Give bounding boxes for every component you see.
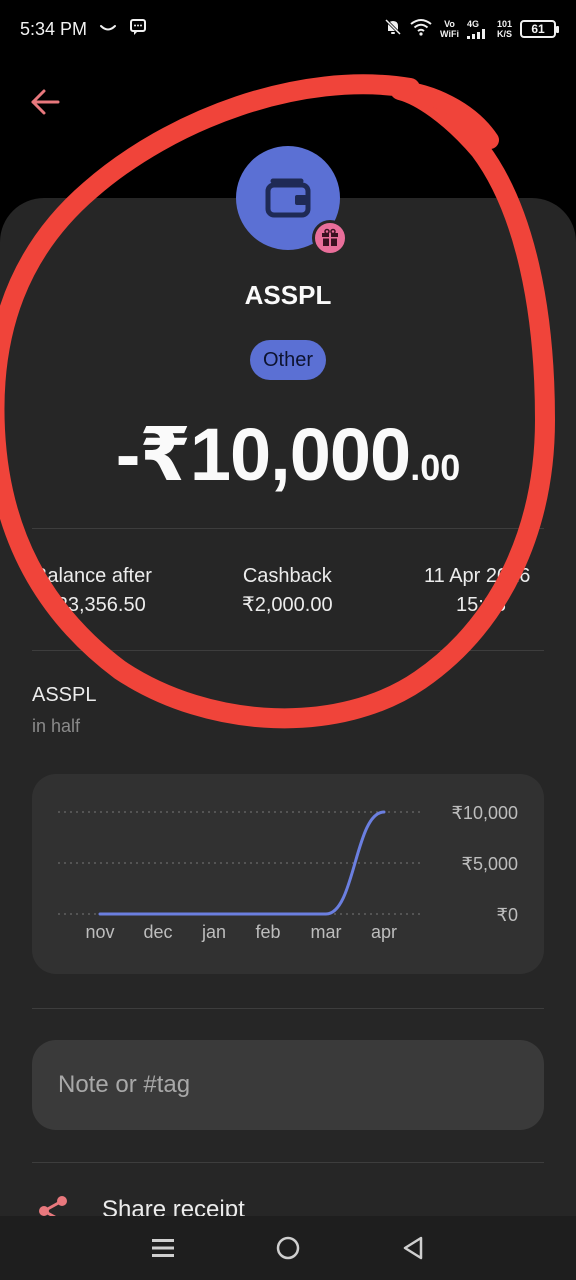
- status-right: Vo WiFi 4G 101 K/S 61: [384, 18, 559, 41]
- balance-after-info: Balance after ₹23,356.50: [34, 562, 152, 620]
- cashback-value: ₹2,000.00: [242, 594, 333, 616]
- cashback-label: Cashback: [242, 565, 332, 587]
- cellular-signal-icon: 4G: [466, 19, 489, 39]
- speed-value: 101: [496, 19, 512, 29]
- amount-decimal: .00: [410, 447, 461, 488]
- x-tick-label: jan: [201, 922, 226, 942]
- gift-icon: [322, 228, 338, 246]
- status-time: 5:34 PM: [20, 18, 88, 39]
- status-left: 5:34 PM: [20, 18, 147, 41]
- vo-text: Vo: [444, 19, 455, 29]
- y-tick-label: ₹0: [497, 905, 518, 925]
- cashback-gift-badge: [312, 220, 348, 256]
- category-chip[interactable]: Other: [250, 340, 326, 380]
- network-type: 4G: [466, 19, 479, 29]
- divider: [32, 1162, 544, 1163]
- notification-icon: [99, 19, 117, 40]
- y-tick-label: ₹10,000: [451, 803, 518, 823]
- cashback-info: Cashback ₹2,000.00: [242, 562, 333, 620]
- home-circle-icon: [276, 1236, 300, 1260]
- spending-line-chart: ₹10,000 ₹5,000 ₹0 nov dec jan feb mar apr: [58, 803, 519, 942]
- vowifi-indicator: Vo WiFi: [440, 19, 459, 39]
- home-button[interactable]: [268, 1228, 308, 1268]
- divider: [32, 650, 544, 651]
- back-triangle-icon: [404, 1236, 423, 1260]
- wifi-text: WiFi: [440, 29, 459, 39]
- transaction-detail-screen: 5:34 PM Vo WiFi 4G 101 K/S 61 ASSPL Othe…: [0, 0, 576, 1280]
- menu-lines-icon: [151, 1239, 174, 1257]
- amount-main: -₹10,000: [115, 413, 411, 496]
- balance-value: ₹23,356.50: [44, 594, 146, 616]
- x-tick-label: feb: [255, 922, 280, 942]
- speed-unit: K/S: [496, 29, 512, 39]
- x-tick-label: dec: [143, 922, 172, 942]
- insight-subtitle: in half: [32, 716, 81, 736]
- date-info: 11 Apr 2026 15:33: [424, 562, 530, 620]
- divider: [32, 1008, 544, 1009]
- battery-icon: 61: [520, 20, 559, 38]
- x-tick-label: nov: [85, 922, 114, 942]
- transaction-amount: -₹10,000.00: [0, 412, 576, 498]
- x-tick-label: mar: [311, 922, 342, 942]
- insight-title: ASSPL: [32, 684, 97, 706]
- note-tag-input[interactable]: [32, 1040, 544, 1130]
- spending-chart-card: ₹10,000 ₹5,000 ₹0 nov dec jan feb mar apr: [32, 774, 544, 974]
- arrow-left-icon: [31, 89, 60, 115]
- wallet-icon: [265, 178, 311, 218]
- balance-label: Balance after: [34, 565, 152, 587]
- battery-level: 61: [531, 22, 545, 36]
- wifi-icon: [410, 18, 432, 41]
- merchant-name: ASSPL: [244, 280, 332, 310]
- x-tick-label: apr: [371, 922, 397, 942]
- date-label: 11 Apr 2026: [424, 565, 531, 587]
- system-navigation-bar: [0, 1216, 576, 1280]
- system-back-button[interactable]: [393, 1228, 433, 1268]
- mute-bell-icon: [384, 18, 402, 41]
- network-speed: 101 K/S: [497, 19, 512, 39]
- time-value: 15:33: [456, 594, 507, 616]
- message-icon: [129, 18, 147, 41]
- back-button[interactable]: [28, 84, 64, 120]
- status-bar: 5:34 PM Vo WiFi 4G 101 K/S 61: [0, 0, 576, 58]
- y-tick-label: ₹5,000: [462, 854, 519, 874]
- recents-button[interactable]: [143, 1228, 183, 1268]
- divider: [32, 528, 544, 529]
